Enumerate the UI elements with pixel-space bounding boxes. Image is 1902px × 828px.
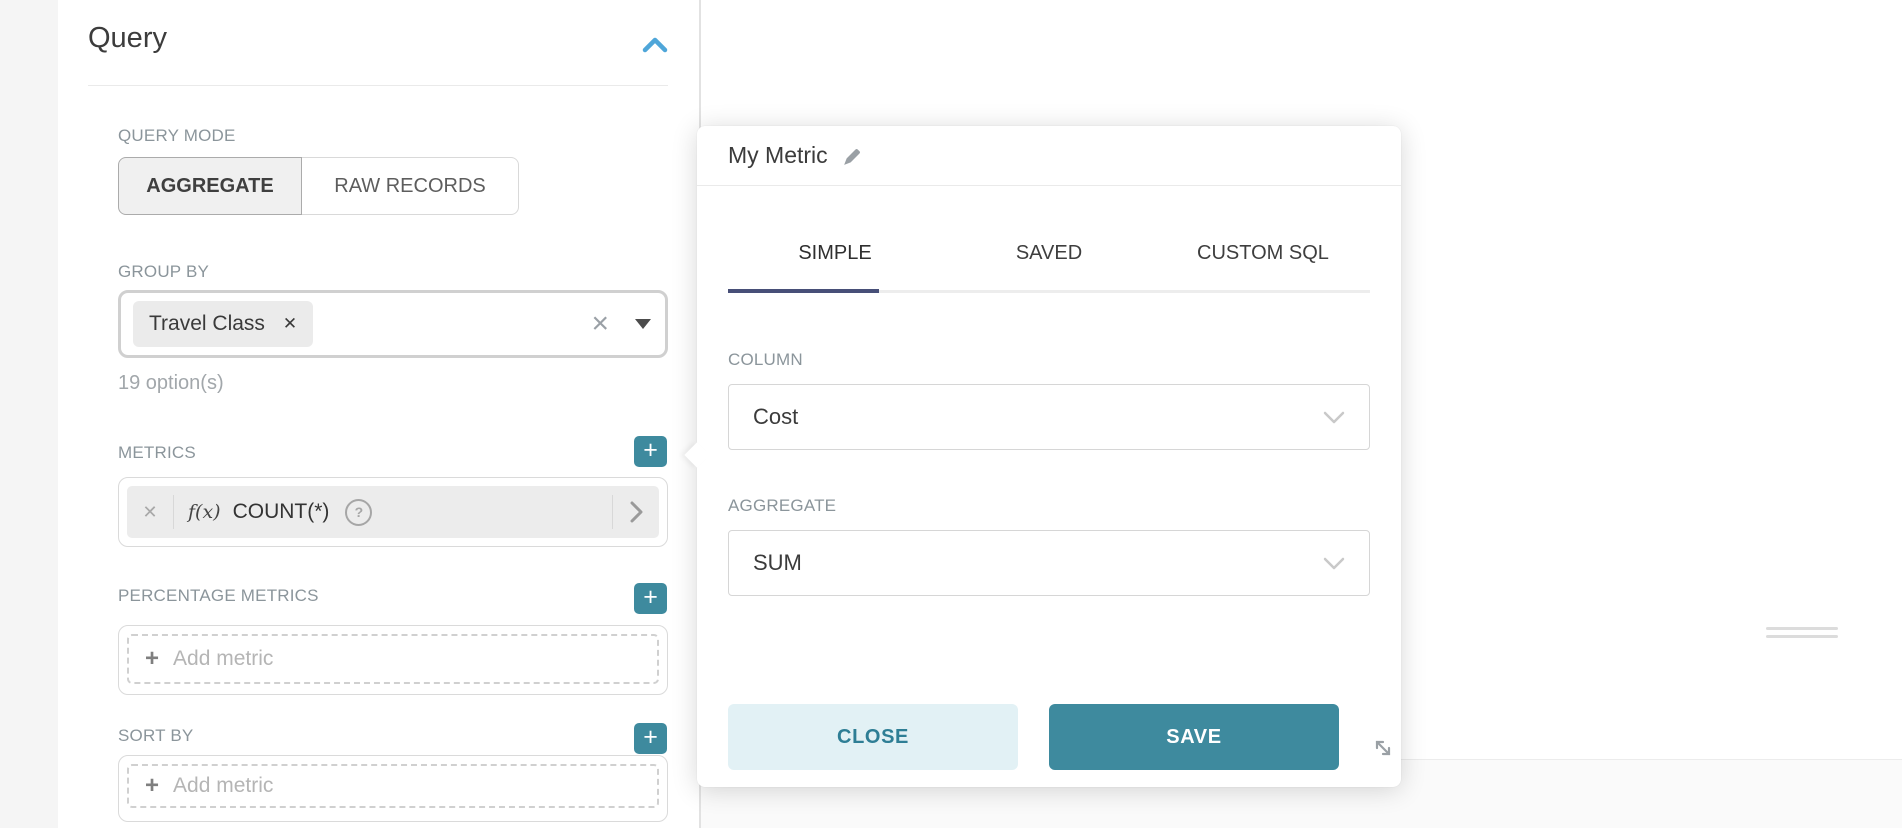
tab-bottom-border [728,290,1370,293]
query-mode-raw-records[interactable]: RAW RECORDS [301,157,519,215]
group-by-chip[interactable]: Travel Class ✕ [133,301,313,347]
plus-icon: + [145,647,159,671]
chip-remove-icon[interactable]: ✕ [283,314,297,334]
function-icon: f(x) [188,501,221,523]
metrics-container: ✕ f(x) COUNT(*) ? [118,477,668,547]
left-gutter [0,0,58,828]
group-by-label: GROUP BY [118,262,209,282]
column-value: Cost [753,404,798,430]
collapse-section-icon[interactable] [642,36,668,54]
clear-all-icon[interactable]: × [591,309,609,339]
aggregate-label: AGGREGATE [728,496,836,516]
metric-tabs: SIMPLE SAVED CUSTOM SQL [728,238,1370,293]
aggregate-value: SUM [753,550,802,576]
sort-by-container: + Add metric [118,755,668,822]
popover-arrow [684,442,709,467]
percentage-metrics-label: PERCENTAGE METRICS [118,586,319,606]
add-percentage-metric-button[interactable]: + [634,583,667,614]
plus-icon: + [145,774,159,798]
add-percentage-metric-dropzone[interactable]: + Add metric [127,634,659,684]
add-sort-metric-dropzone[interactable]: + Add metric [127,764,659,808]
expand-metric-icon[interactable] [613,499,659,525]
resize-popover-icon[interactable] [1371,736,1395,760]
sort-by-label: SORT BY [118,726,193,746]
resize-gutter-handle[interactable] [1766,627,1838,643]
tab-simple[interactable]: SIMPLE [728,238,942,290]
add-metric-button[interactable]: + [634,436,667,467]
popover-header: My Metric [697,126,1401,186]
group-by-select[interactable]: Travel Class ✕ × [118,290,668,358]
help-icon[interactable]: ? [345,499,372,526]
edit-title-icon[interactable] [841,147,862,168]
section-divider [88,85,668,86]
column-label: COLUMN [728,350,803,370]
query-mode-aggregate[interactable]: AGGREGATE [118,157,302,215]
metric-item[interactable]: ✕ f(x) COUNT(*) ? [127,486,659,538]
query-mode-label: QUERY MODE [118,126,236,146]
aggregate-select[interactable]: SUM [728,530,1370,596]
group-by-options-hint: 19 option(s) [118,372,224,395]
metric-expression: COUNT(*) [233,500,330,524]
handle-bar [1766,635,1838,638]
caret-down-icon[interactable] [635,319,651,329]
query-section-title: Query [88,22,167,55]
save-button[interactable]: SAVE [1049,704,1339,770]
active-tab-indicator [728,289,879,293]
chip-label: Travel Class [149,312,265,336]
column-select[interactable]: Cost [728,384,1370,450]
chevron-down-icon [1323,557,1345,570]
chevron-down-icon [1323,411,1345,424]
close-button[interactable]: CLOSE [728,704,1018,770]
pill-separator [173,495,174,529]
add-metric-placeholder: Add metric [173,774,273,798]
tab-custom-sql[interactable]: CUSTOM SQL [1156,238,1370,290]
add-metric-placeholder: Add metric [173,647,273,671]
percentage-metrics-container: + Add metric [118,625,668,695]
handle-bar [1766,627,1838,630]
add-sort-button[interactable]: + [634,723,667,754]
metric-popover: My Metric SIMPLE SAVED CUSTOM SQL COLUMN… [697,126,1401,787]
query-mode-toggle: AGGREGATE RAW RECORDS [118,157,519,215]
metrics-label: METRICS [118,443,196,463]
tab-saved[interactable]: SAVED [942,238,1156,290]
metric-title: My Metric [728,142,828,169]
remove-metric-icon[interactable]: ✕ [127,502,173,523]
